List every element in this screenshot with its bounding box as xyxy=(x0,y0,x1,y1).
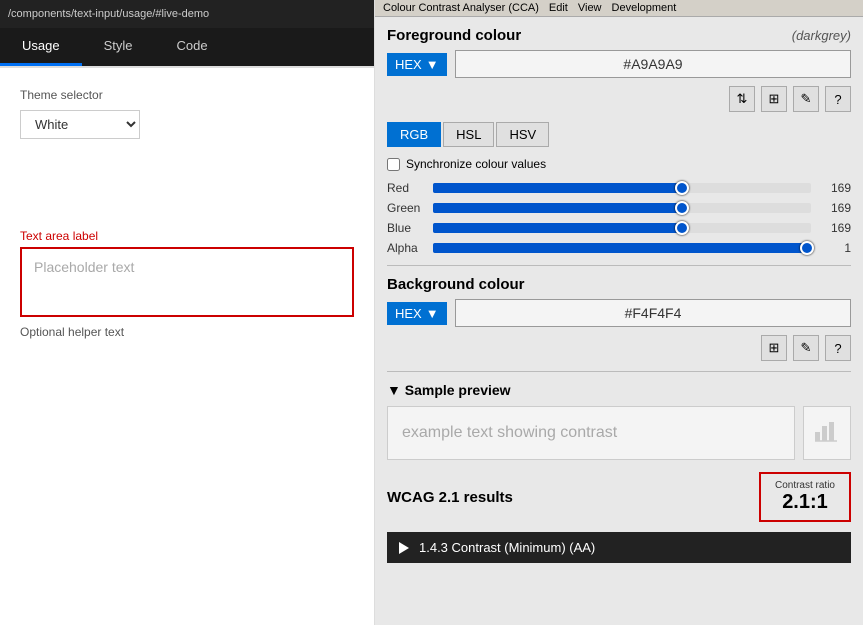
bg-sliders-icon[interactable]: ⊞ xyxy=(761,335,787,361)
color-tab-hsv[interactable]: HSV xyxy=(496,122,549,147)
bg-dropdown-arrow-icon: ▼ xyxy=(426,306,439,321)
slider-red: Red 169 xyxy=(387,181,851,195)
slider-blue-label: Blue xyxy=(387,221,425,235)
foreground-title: Foreground colour (darkgrey) xyxy=(387,27,851,44)
contrast-ratio-box: Contrast ratio 2.1:1 xyxy=(759,472,851,522)
foreground-icon-row: ⇅ ⊞ ✎ ? xyxy=(387,86,851,112)
sample-preview-title: ▼ Sample preview xyxy=(387,382,851,398)
foreground-format-dropdown[interactable]: HEX ▼ xyxy=(387,53,447,76)
menu-development[interactable]: Development xyxy=(612,2,677,14)
sync-checkbox[interactable] xyxy=(387,158,400,171)
wcag-results: WCAG 2.1 results Contrast ratio 2.1:1 xyxy=(387,472,851,522)
tab-code[interactable]: Code xyxy=(154,28,229,66)
background-hex-value[interactable]: #F4F4F4 xyxy=(455,299,851,327)
background-icon-row: ⊞ ✎ ? xyxy=(387,335,851,361)
sync-row: Synchronize colour values xyxy=(387,157,851,171)
cca-panel: Colour Contrast Analyser (CCA) Edit View… xyxy=(375,0,863,625)
sample-preview-box: example text showing contrast xyxy=(387,406,851,460)
slider-green-value: 169 xyxy=(819,201,851,215)
bg-eyedropper-icon[interactable]: ✎ xyxy=(793,335,819,361)
menu-edit[interactable]: Edit xyxy=(549,2,568,14)
slider-red-label: Red xyxy=(387,181,425,195)
textarea-section: Text area label Placeholder text Optiona… xyxy=(20,229,354,339)
swap-icon[interactable]: ⇅ xyxy=(729,86,755,112)
slider-blue-track[interactable] xyxy=(433,223,811,233)
chart-icon-box xyxy=(803,406,851,460)
slider-green-track[interactable] xyxy=(433,203,811,213)
criterion-label: 1.4.3 Contrast (Minimum) (AA) xyxy=(419,540,595,555)
tab-bar: Usage Style Code xyxy=(0,28,374,68)
sample-text-area: example text showing contrast xyxy=(387,406,795,460)
tab-style[interactable]: Style xyxy=(82,28,155,66)
menu-view[interactable]: View xyxy=(578,2,602,14)
slider-green: Green 169 xyxy=(387,201,851,215)
cca-menu-bar: Colour Contrast Analyser (CCA) Edit View… xyxy=(375,0,863,17)
foreground-hint: (darkgrey) xyxy=(792,28,851,43)
cca-body: Foreground colour (darkgrey) HEX ▼ #A9A9… xyxy=(375,17,863,573)
url-bar: /components/text-input/usage/#live-demo xyxy=(0,0,374,28)
slider-alpha-label: Alpha xyxy=(387,241,425,255)
left-content: Theme selector White Text area label Pla… xyxy=(0,68,374,625)
contrast-ratio-value: 2.1:1 xyxy=(775,491,835,514)
sync-label: Synchronize colour values xyxy=(406,157,546,171)
textarea-label: Text area label xyxy=(20,229,354,243)
bg-help-icon[interactable]: ? xyxy=(825,335,851,361)
wcag-criterion-row[interactable]: 1.4.3 Contrast (Minimum) (AA) xyxy=(387,532,851,563)
foreground-hex-value[interactable]: #A9A9A9 xyxy=(455,50,851,78)
sliders-icon[interactable]: ⊞ xyxy=(761,86,787,112)
eyedropper-icon[interactable]: ✎ xyxy=(793,86,819,112)
background-format-dropdown[interactable]: HEX ▼ xyxy=(387,302,447,325)
tab-usage[interactable]: Usage xyxy=(0,28,82,66)
placeholder-text: Placeholder text xyxy=(34,259,134,275)
menu-cca[interactable]: Colour Contrast Analyser (CCA) xyxy=(383,2,539,14)
wcag-title: WCAG 2.1 results xyxy=(387,489,513,506)
color-tab-hsl[interactable]: HSL xyxy=(443,122,494,147)
textarea-wrapper[interactable]: Placeholder text xyxy=(20,247,354,317)
slider-blue: Blue 169 xyxy=(387,221,851,235)
slider-alpha-value: 1 xyxy=(819,241,851,255)
contrast-ratio-label: Contrast ratio xyxy=(775,480,835,491)
slider-alpha-track[interactable] xyxy=(433,243,811,253)
slider-alpha: Alpha 1 xyxy=(387,241,851,255)
slider-red-track[interactable] xyxy=(433,183,811,193)
foreground-hex-row: HEX ▼ #A9A9A9 xyxy=(387,50,851,78)
background-hex-row: HEX ▼ #F4F4F4 xyxy=(387,299,851,327)
left-panel: /components/text-input/usage/#live-demo … xyxy=(0,0,375,625)
color-model-tabs: RGB HSL HSV xyxy=(387,122,851,147)
chart-icon xyxy=(813,416,841,450)
slider-blue-value: 169 xyxy=(819,221,851,235)
slider-red-value: 169 xyxy=(819,181,851,195)
background-title: Background colour xyxy=(387,276,851,293)
slider-section: Red 169 Green 169 Blue xyxy=(387,181,851,255)
expand-icon xyxy=(399,542,409,554)
color-tab-rgb[interactable]: RGB xyxy=(387,122,441,147)
dropdown-arrow-icon: ▼ xyxy=(426,57,439,72)
slider-green-label: Green xyxy=(387,201,425,215)
help-icon[interactable]: ? xyxy=(825,86,851,112)
url-text: /components/text-input/usage/#live-demo xyxy=(8,8,209,20)
theme-selector-dropdown[interactable]: White xyxy=(20,110,140,139)
helper-text: Optional helper text xyxy=(20,325,354,339)
theme-selector-label: Theme selector xyxy=(20,88,354,102)
